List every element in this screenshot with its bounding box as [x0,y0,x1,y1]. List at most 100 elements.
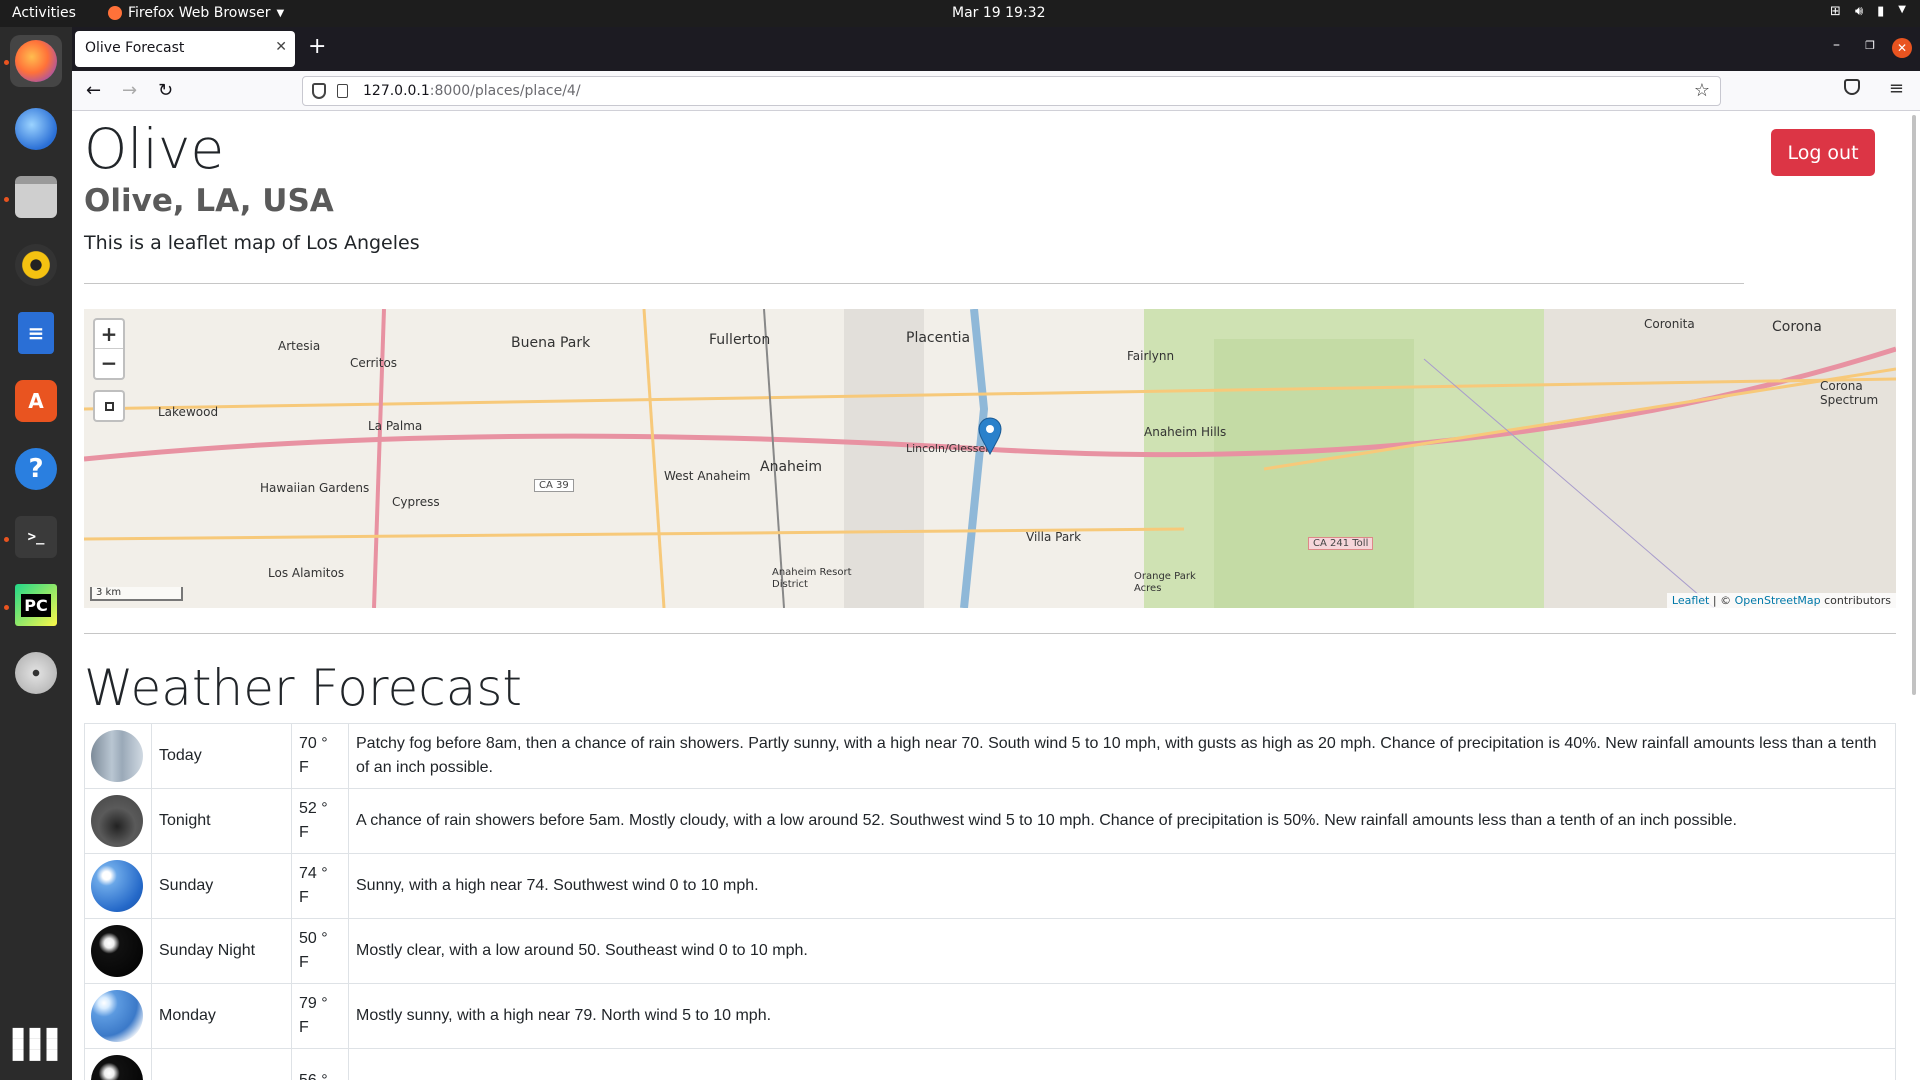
app-grid-icon: ▪▪▪ ▪▪▪ ▪▪▪ [10,1019,62,1067]
dock-rhythmbox[interactable] [10,239,62,291]
map-marker-icon[interactable] [978,417,1002,455]
route-shield: CA 241 Toll [1308,537,1374,550]
dock-writer[interactable]: ≡ [10,307,62,359]
temp-value: 70 ° [299,735,328,752]
fullscreen-icon [105,402,114,411]
dock: ≡ A ? >_ PC ▪▪▪ ▪▪▪ ▪▪▪ [0,27,72,1080]
temp-cell: 50 ° F [291,918,349,984]
dock-software[interactable]: A [10,375,62,427]
browser-tab-bar: Olive Forecast ✕ + – ❐ ✕ [72,27,1920,71]
temp-unit: F [299,889,309,906]
temp-unit: F [299,1019,309,1036]
zoom-in-button[interactable]: + [95,320,123,349]
browser-nav-bar: ← → ↻ 127.0.0.1:8000/places/place/4/ ☆ ≡ [72,71,1920,111]
map-label: Anaheim Resort District [772,567,852,590]
page-scrollbar[interactable] [1906,111,1920,1080]
table-row: Sunday Night 50 ° F Mostly clear, with a … [84,918,1896,984]
clock[interactable]: Mar 19 19:32 [952,5,1045,21]
system-tray[interactable]: ⊞ 🔊︎ ▮ ▼ [1830,4,1906,19]
map-label: Placentia [906,330,971,346]
rhythmbox-icon [15,244,57,286]
page-viewport: Olive Olive, LA, USA This is a leaflet m… [72,111,1920,1080]
map-label: Artesia [278,339,321,353]
writer-icon: ≡ [18,312,54,354]
activities-button[interactable]: Activities [12,5,76,21]
close-tab-icon[interactable]: ✕ [275,39,287,55]
forward-arrow-icon[interactable]: → [122,80,137,101]
tab-title: Olive Forecast [85,40,185,56]
icon-cell [84,1048,152,1080]
temp-unit: F [299,759,309,776]
pocket-icon[interactable] [1844,79,1860,95]
minimize-icon[interactable]: – [1833,37,1840,53]
leaflet-link[interactable]: Leaflet [1672,594,1709,607]
back-arrow-icon[interactable]: ← [86,80,101,101]
volume-icon: 🔊︎ [1854,4,1864,19]
temp-value: 50 ° [299,930,328,947]
page-description: This is a leaflet map of Los Angeles [84,232,420,254]
forecast-table: Today 70 ° F Patchy fog before 8am, then … [84,723,1896,1080]
map-label: Fairlynn [1127,349,1175,363]
osm-link[interactable]: OpenStreetMap [1735,594,1821,607]
dock-show-apps[interactable]: ▪▪▪ ▪▪▪ ▪▪▪ [10,1017,62,1069]
map-label: Los Alamitos [268,566,345,580]
menu-icon[interactable]: ≡ [1889,78,1904,99]
maximize-icon[interactable]: ❐ [1865,39,1875,52]
url-text[interactable]: 127.0.0.1:8000/places/place/4/ [363,83,581,99]
dock-firefox[interactable] [10,35,62,87]
new-tab-button[interactable]: + [308,34,326,59]
map-label: Orange Park Acres [1134,571,1196,594]
clear-night-icon [91,925,143,977]
zoom-out-button[interactable]: − [95,349,123,378]
map-label: West Anaheim [664,469,751,483]
chevron-down-icon: ▼ [276,7,285,19]
dvd-icon [15,652,57,694]
map-label: Corona Spectrum [1820,379,1879,407]
dock-dvd[interactable] [10,647,62,699]
app-menu[interactable]: Firefox Web Browser ▼ [108,5,284,21]
dock-help[interactable]: ? [10,443,62,495]
mostly-sunny-icon [91,990,143,1042]
dock-thunderbird[interactable] [10,103,62,155]
firefox-icon [15,40,57,82]
pycharm-icon: PC [15,584,57,626]
route-shield: CA 39 [534,479,574,492]
map-label: Anaheim [760,459,823,475]
period-cell: Today [151,723,292,789]
dock-files[interactable] [10,171,62,223]
tab-olive-forecast[interactable]: Olive Forecast ✕ [75,31,295,67]
period-cell: Sunday [151,853,292,919]
divider [84,283,1744,284]
page-subtitle: Olive, LA, USA [84,183,334,219]
page-title: Olive [84,117,225,181]
divider [84,633,1896,634]
files-icon [15,176,57,218]
thunderbird-icon [15,108,57,150]
url-bar[interactable]: 127.0.0.1:8000/places/place/4/ ☆ [302,76,1721,106]
dock-pycharm[interactable]: PC [10,579,62,631]
map-label: Buena Park [511,335,591,351]
page-info-icon[interactable] [337,84,348,98]
map-label: Anaheim Hills [1144,425,1227,439]
table-row: 56 ° [84,1048,1896,1080]
period-cell [151,1048,292,1080]
tracking-protection-icon[interactable] [312,83,326,99]
reload-icon[interactable]: ↻ [158,80,173,101]
dock-terminal[interactable]: >_ [10,511,62,563]
map-tiles [84,309,1896,608]
fullscreen-button[interactable] [93,390,125,422]
system-top-bar: Activities Firefox Web Browser ▼ Mar 19 … [0,0,1920,27]
temp-value: 74 ° [299,865,328,882]
running-indicator [4,537,9,542]
scrollbar-thumb[interactable] [1912,115,1916,695]
close-window-icon[interactable]: ✕ [1892,38,1912,58]
icon-cell [84,723,152,789]
icon-cell [84,918,152,984]
leaflet-map[interactable]: Buena Park Fullerton Placentia Coronita … [84,309,1896,608]
table-row: Sunday 74 ° F Sunny, with a high near 74.… [84,853,1896,919]
bookmark-star-icon[interactable]: ☆ [1694,80,1710,101]
network-icon: ⊞ [1830,4,1841,19]
period-cell: Tonight [151,788,292,854]
temp-cell: 56 ° [291,1048,349,1080]
logout-button[interactable]: Log out [1771,129,1875,176]
